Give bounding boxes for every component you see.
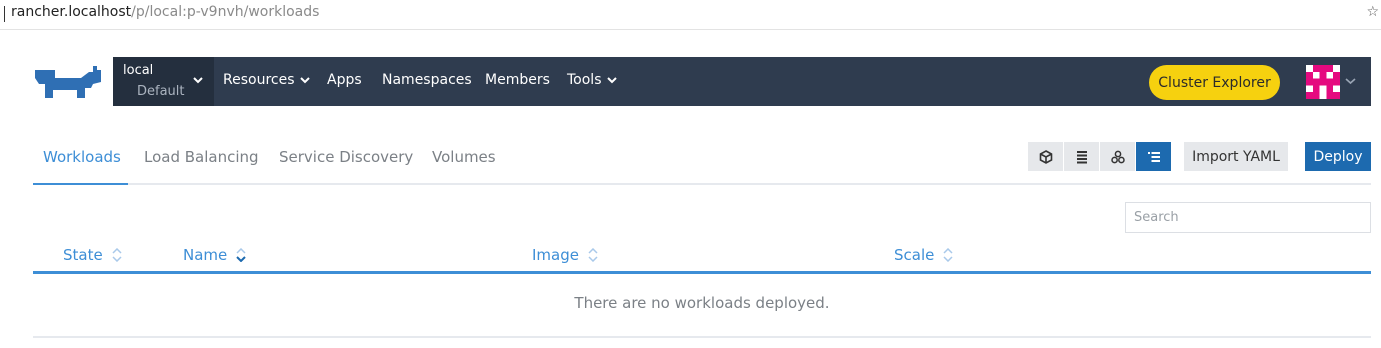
column-header-state[interactable]: State [63, 246, 122, 264]
nav-members[interactable]: Members [485, 72, 550, 88]
nodes-icon [1110, 150, 1125, 163]
nav-apps-label: Apps [327, 72, 362, 88]
cluster-explorer-button[interactable]: Cluster Explorer [1149, 65, 1280, 100]
cube-icon [1039, 149, 1052, 164]
project-name: Default [137, 84, 185, 99]
chevron-down-icon [606, 77, 617, 84]
chevron-down-icon [193, 77, 203, 84]
nav-tools[interactable]: Tools [567, 72, 617, 88]
nav-members-label: Members [485, 72, 550, 88]
column-header-label: Name [183, 246, 228, 264]
view-nodes-button[interactable] [1100, 142, 1135, 171]
active-tab-indicator [33, 183, 128, 185]
chevron-down-icon[interactable] [1345, 77, 1356, 85]
column-header-name[interactable]: Name [183, 246, 246, 264]
nav-apps[interactable]: Apps [327, 72, 362, 88]
view-list-flat-button[interactable] [1064, 142, 1099, 171]
view-mode-group [1028, 142, 1172, 171]
tab-workloads[interactable]: Workloads [43, 148, 121, 166]
sort-descending-icon [236, 248, 246, 262]
list-flat-icon [1076, 150, 1087, 163]
url-path: /p/local:p-v9nvh/workloads [131, 4, 320, 20]
sort-icon [112, 248, 122, 262]
cluster-project-switcher[interactable]: local Default [113, 57, 214, 106]
column-header-label: Scale [894, 246, 935, 264]
rancher-logo-icon[interactable] [33, 64, 103, 100]
sort-icon [588, 248, 598, 262]
deploy-button[interactable]: Deploy [1305, 142, 1371, 171]
nav-tools-label: Tools [567, 72, 602, 88]
view-list-grouped-button[interactable] [1136, 142, 1171, 171]
nav-resources[interactable]: Resources [223, 72, 310, 88]
column-header-scale[interactable]: Scale [894, 246, 953, 264]
text-cursor [4, 6, 5, 22]
tab-volumes[interactable]: Volumes [432, 148, 496, 166]
top-navbar: local Default Resources Apps Namespaces … [113, 57, 1371, 106]
tab-service-discovery[interactable]: Service Discovery [279, 148, 413, 166]
user-avatar[interactable] [1306, 65, 1340, 99]
identicon-avatar-icon [1306, 65, 1340, 99]
column-header-label: Image [532, 246, 579, 264]
nav-resources-label: Resources [223, 72, 295, 88]
star-icon[interactable]: ☆ [1366, 4, 1379, 20]
url-text[interactable]: rancher.localhost/p/local:p-v9nvh/worklo… [11, 4, 319, 20]
column-header-label: State [63, 246, 103, 264]
chevron-down-icon [299, 77, 310, 84]
table-empty-row: There are no workloads deployed. [33, 274, 1371, 338]
tab-load-balancing[interactable]: Load Balancing [144, 148, 259, 166]
nav-namespaces-label: Namespaces [382, 72, 472, 88]
import-yaml-button[interactable]: Import YAML [1184, 142, 1288, 171]
list-grouped-icon [1147, 151, 1160, 162]
empty-state-message: There are no workloads deployed. [574, 294, 830, 312]
browser-url-bar[interactable]: rancher.localhost/p/local:p-v9nvh/worklo… [0, 0, 1381, 30]
search-input[interactable] [1125, 202, 1371, 233]
cluster-name: local [123, 63, 154, 78]
column-header-image[interactable]: Image [532, 246, 598, 264]
url-host: rancher.localhost [11, 4, 132, 20]
table-header: State Name Image Scale [33, 243, 1371, 274]
nav-namespaces[interactable]: Namespaces [382, 72, 472, 88]
sort-icon [943, 248, 953, 262]
view-cube-button[interactable] [1028, 142, 1063, 171]
